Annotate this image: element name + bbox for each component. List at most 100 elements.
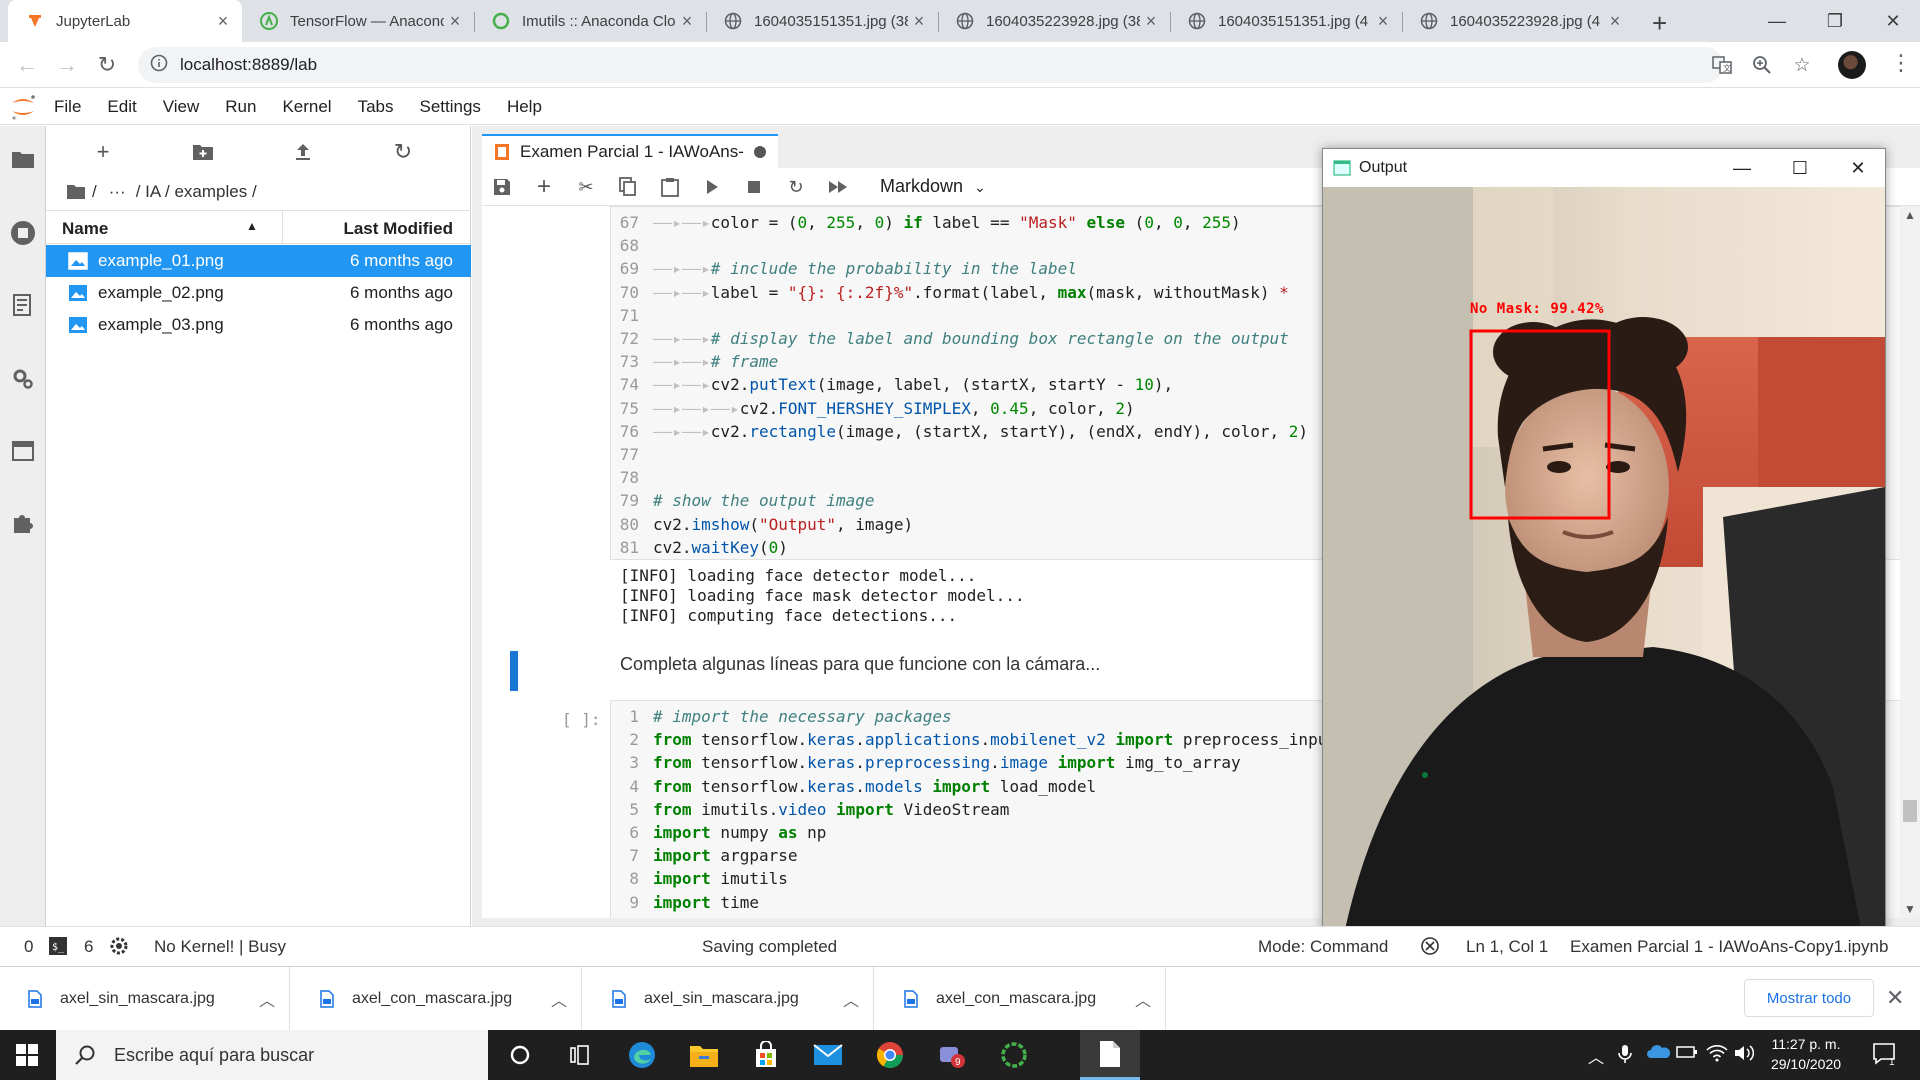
copy-icon[interactable]	[614, 175, 642, 199]
browser-tab-image-2[interactable]: 1604035223928.jpg (38 ×	[938, 0, 1170, 42]
close-tab-icon[interactable]: ×	[1140, 11, 1162, 32]
edge-icon[interactable]	[614, 1030, 670, 1080]
download-item[interactable]: axel_sin_mascara.jpg ︿	[584, 967, 874, 1031]
close-downloads-icon[interactable]: ✕	[1886, 985, 1904, 1011]
forward-button[interactable]: →	[52, 50, 82, 80]
unsaved-dot-icon[interactable]	[753, 146, 766, 158]
file-explorer-icon[interactable]	[676, 1030, 732, 1080]
taskbar-clock[interactable]: 11:27 p. m. 29/10/2020	[1760, 1034, 1852, 1074]
restart-icon[interactable]: ↻	[782, 175, 810, 199]
cursor-position[interactable]: Ln 1, Col 1	[1466, 937, 1548, 957]
notebook-scrollbar[interactable]: ▲ ▼	[1900, 206, 1920, 918]
insert-cell-icon[interactable]: +	[530, 173, 558, 200]
kernel-gear-icon[interactable]	[108, 935, 130, 962]
browser-tab-imutils[interactable]: Imutils :: Anaconda Clo ×	[474, 0, 706, 42]
close-window-button[interactable]: ✕	[1829, 149, 1887, 187]
chevron-up-icon[interactable]: ︿	[843, 987, 873, 1011]
chevron-up-icon[interactable]: ︿	[1135, 987, 1165, 1011]
menu-file[interactable]: File	[54, 97, 81, 117]
show-all-downloads-button[interactable]: Mostrar todo	[1744, 979, 1874, 1017]
file-row[interactable]: example_02.png 6 months ago	[46, 277, 471, 309]
task-view-icon[interactable]	[552, 1030, 608, 1080]
file-row[interactable]: example_01.png 6 months ago	[46, 245, 471, 277]
menu-kernel[interactable]: Kernel	[282, 97, 331, 117]
onedrive-icon[interactable]	[1646, 1044, 1671, 1065]
menu-run[interactable]: Run	[225, 97, 256, 117]
run-icon[interactable]	[698, 175, 726, 199]
minimize-button[interactable]: —	[1748, 0, 1806, 42]
maximize-button[interactable]: ❐	[1806, 0, 1864, 42]
maximize-button[interactable]: ☐	[1771, 149, 1829, 187]
column-name[interactable]: Name	[62, 219, 108, 239]
sort-ascending-icon[interactable]: ▲	[246, 219, 258, 233]
menu-settings[interactable]: Settings	[420, 97, 481, 117]
chevron-up-icon[interactable]: ︿	[259, 987, 289, 1011]
breadcrumb-path[interactable]: / IA / examples /	[136, 182, 257, 202]
document-app-icon[interactable]	[1080, 1030, 1140, 1080]
translate-icon[interactable]: 文	[1708, 51, 1736, 79]
battery-icon[interactable]	[1676, 1044, 1698, 1065]
bookmark-star-icon[interactable]: ☆	[1788, 51, 1816, 79]
save-icon[interactable]	[488, 175, 516, 199]
mail-icon[interactable]	[800, 1030, 856, 1080]
notebook-tab[interactable]: Examen Parcial 1 - IAWoAns-	[482, 134, 778, 168]
fast-forward-icon[interactable]	[824, 175, 852, 199]
browser-menu-icon[interactable]: ⋮	[1890, 50, 1912, 76]
anaconda-navigator-icon[interactable]	[986, 1030, 1042, 1080]
microphone-icon[interactable]	[1618, 1044, 1632, 1069]
cortana-icon[interactable]	[492, 1030, 548, 1080]
output-window-titlebar[interactable]: Output — ☐ ✕	[1323, 149, 1885, 187]
browser-tab-image-1[interactable]: 1604035151351.jpg (38 ×	[706, 0, 938, 42]
download-item[interactable]: axel_con_mascara.jpg ︿	[876, 967, 1166, 1031]
stop-icon[interactable]	[740, 175, 768, 199]
menu-view[interactable]: View	[163, 97, 200, 117]
breadcrumb-ellipsis[interactable]: ···	[109, 182, 126, 202]
browser-tab-jupyterlab[interactable]: JupyterLab ×	[8, 0, 242, 42]
chrome-icon[interactable]	[862, 1030, 918, 1080]
download-item[interactable]: axel_sin_mascara.jpg ︿	[0, 967, 290, 1031]
info-icon[interactable]	[150, 54, 168, 77]
running-icon[interactable]	[8, 218, 38, 248]
upload-icon[interactable]	[288, 138, 318, 166]
chevron-up-icon[interactable]: ︿	[1588, 1044, 1604, 1068]
profile-avatar[interactable]	[1838, 51, 1866, 79]
extension-puzzle-icon[interactable]	[8, 508, 38, 538]
notification-center-icon[interactable]: 1	[1872, 1042, 1898, 1071]
zoom-icon[interactable]	[1748, 51, 1776, 79]
volume-icon[interactable]	[1734, 1044, 1755, 1067]
close-window-button[interactable]: ✕	[1864, 0, 1920, 42]
refresh-icon[interactable]: ↻	[388, 138, 418, 166]
close-tab-icon[interactable]: ×	[1604, 11, 1626, 32]
windows-start-icon[interactable]	[16, 1044, 38, 1066]
close-tab-icon[interactable]: ×	[908, 11, 930, 32]
output-window[interactable]: Output — ☐ ✕ No Mask: 99.42%	[1322, 148, 1886, 940]
folder-icon[interactable]	[8, 144, 38, 174]
store-icon[interactable]	[738, 1030, 794, 1080]
browser-tab-image-4[interactable]: 1604035223928.jpg (4 ×	[1402, 0, 1634, 42]
menu-help[interactable]: Help	[507, 97, 542, 117]
markdown-cell[interactable]: Completa algunas líneas para que funcion…	[620, 654, 1100, 675]
new-tab-button[interactable]: +	[1652, 8, 1667, 39]
commands-icon[interactable]	[8, 290, 38, 320]
taskbar-search-input[interactable]: Escribe aquí para buscar	[56, 1030, 488, 1080]
minimize-button[interactable]: —	[1713, 149, 1771, 187]
download-item[interactable]: axel_con_mascara.jpg ︿	[292, 967, 582, 1031]
paste-icon[interactable]	[656, 175, 684, 199]
new-launcher-button[interactable]: +	[88, 138, 118, 166]
close-tab-icon[interactable]: ×	[212, 11, 234, 32]
chevron-up-icon[interactable]: ︿	[551, 987, 581, 1011]
close-tab-icon[interactable]: ×	[676, 11, 698, 32]
terminal-icon[interactable]: $_	[48, 936, 68, 961]
folder-icon[interactable]	[66, 184, 86, 200]
cell-type-select[interactable]: Markdown ⌄	[880, 176, 986, 197]
reload-button[interactable]: ↻	[92, 50, 122, 80]
lsp-status-icon[interactable]	[1420, 936, 1440, 961]
wifi-icon[interactable]	[1706, 1044, 1728, 1067]
browser-tab-image-3[interactable]: 1604035151351.jpg (4 ×	[1170, 0, 1402, 42]
column-last-modified[interactable]: Last Modified	[343, 219, 453, 239]
new-folder-icon[interactable]	[188, 138, 218, 166]
breadcrumb-root[interactable]: /	[92, 182, 97, 202]
menu-tabs[interactable]: Tabs	[358, 97, 394, 117]
gear-icon[interactable]	[8, 364, 38, 394]
video-call-icon[interactable]: 9	[924, 1030, 980, 1080]
